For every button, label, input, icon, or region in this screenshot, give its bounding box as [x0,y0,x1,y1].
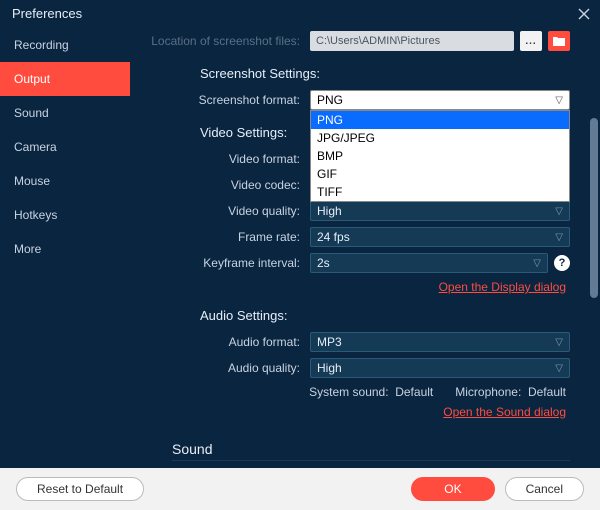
keyframe-value: 2s [317,256,330,270]
screenshot-settings-heading: Screenshot Settings: [200,66,570,81]
screenshot-format-select[interactable]: PNG ▽ [310,90,570,110]
close-button[interactable] [574,4,594,24]
microphone-status-value: Default [528,385,566,399]
frame-rate-value: 24 fps [317,230,350,244]
video-format-label: Video format: [140,152,310,166]
sidebar: Recording Output Sound Camera Mouse Hotk… [0,28,130,468]
video-quality-select[interactable]: High ▽ [310,201,570,221]
cancel-button[interactable]: Cancel [505,477,584,501]
screenshot-format-label: Screenshot format: [140,93,310,107]
vertical-scrollbar[interactable] [590,118,598,298]
audio-format-value: MP3 [317,335,342,349]
location-path: C:\Users\ADMIN\Pictures [310,31,514,51]
screenshot-format-dropdown[interactable]: PNGJPG/JPEGBMPGIFTIFF [310,110,570,202]
browse-button[interactable]: ... [520,31,542,51]
screenshot-format-option[interactable]: BMP [311,147,569,165]
screenshot-format-option[interactable]: JPG/JPEG [311,129,569,147]
screenshot-format-option[interactable]: TIFF [311,183,569,201]
audio-quality-select[interactable]: High ▽ [310,358,570,378]
title-bar: Preferences [0,0,600,28]
help-button[interactable]: ? [554,255,570,271]
video-quality-label: Video quality: [140,204,310,218]
keyframe-label: Keyframe interval: [140,256,310,270]
open-folder-button[interactable] [548,31,570,51]
keyframe-select[interactable]: 2s ▽ [310,253,548,273]
audio-settings-heading: Audio Settings: [200,308,570,323]
footer: Reset to Default OK Cancel [0,468,600,510]
open-sound-dialog-link[interactable]: Open the Sound dialog [443,405,566,419]
frame-rate-label: Frame rate: [140,230,310,244]
system-sound-status-label: System sound: [309,385,388,399]
sound-section-heading: Sound [172,441,570,461]
chevron-down-icon: ▽ [555,232,563,243]
chevron-down-icon: ▽ [555,337,563,348]
video-quality-value: High [317,204,342,218]
frame-rate-select[interactable]: 24 fps ▽ [310,227,570,247]
window-title: Preferences [12,6,82,21]
chevron-down-icon: ▽ [555,95,563,106]
content-pane: Location of screenshot files: C:\Users\A… [130,28,600,468]
ok-button[interactable]: OK [411,477,494,501]
system-sound-status-value: Default [395,385,433,399]
video-codec-label: Video codec: [140,178,310,192]
sidebar-item-more[interactable]: More [0,232,130,266]
open-display-dialog-link[interactable]: Open the Display dialog [439,280,566,294]
chevron-down-icon: ▽ [555,363,563,374]
chevron-down-icon: ▽ [555,206,563,217]
screenshot-format-value: PNG [317,93,343,107]
audio-quality-value: High [317,361,342,375]
sidebar-item-sound[interactable]: Sound [0,96,130,130]
sidebar-item-mouse[interactable]: Mouse [0,164,130,198]
audio-format-label: Audio format: [140,335,310,349]
close-icon [577,7,591,21]
audio-format-select[interactable]: MP3 ▽ [310,332,570,352]
sidebar-item-recording[interactable]: Recording [0,28,130,62]
reset-to-default-button[interactable]: Reset to Default [16,477,144,501]
screenshot-format-option[interactable]: GIF [311,165,569,183]
location-label: Location of screenshot files: [140,34,310,48]
screenshot-format-option[interactable]: PNG [311,111,569,129]
folder-icon [553,36,565,46]
microphone-status-label: Microphone: [455,385,521,399]
chevron-down-icon: ▽ [533,258,541,269]
sidebar-item-output[interactable]: Output [0,62,130,96]
sidebar-item-camera[interactable]: Camera [0,130,130,164]
sidebar-item-hotkeys[interactable]: Hotkeys [0,198,130,232]
audio-quality-label: Audio quality: [140,361,310,375]
